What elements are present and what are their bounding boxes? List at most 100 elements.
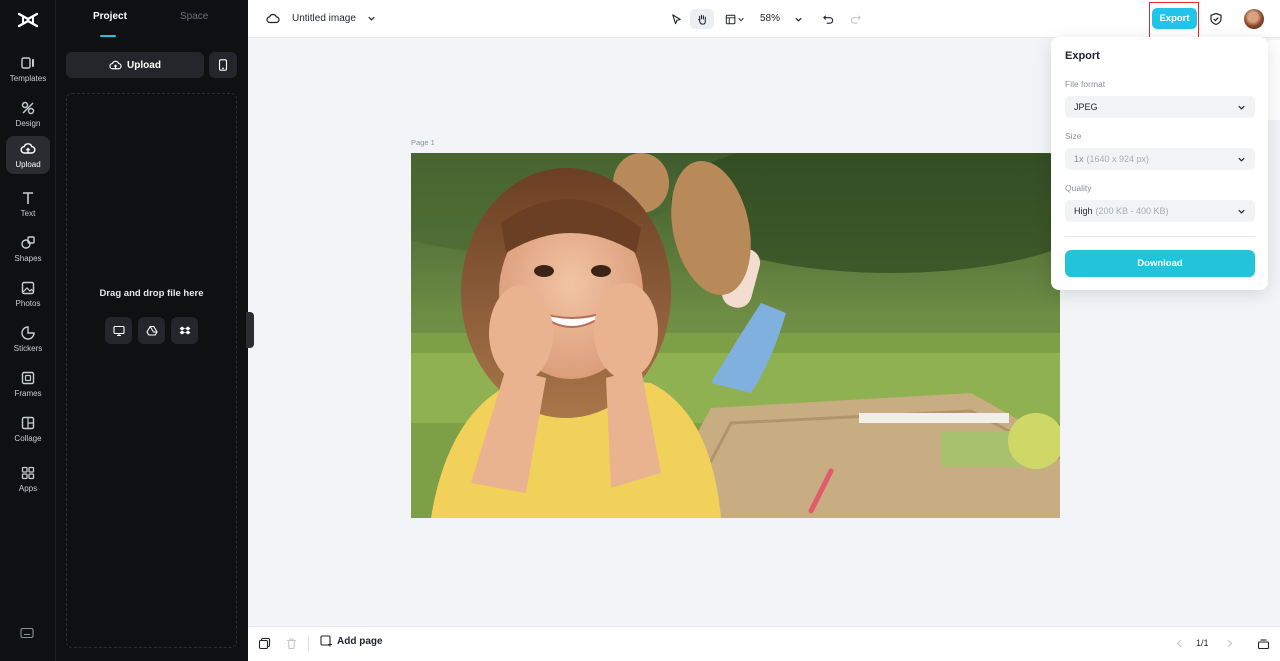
tab-space[interactable]: Space bbox=[180, 11, 208, 22]
rail-item-label: Templates bbox=[9, 74, 47, 83]
left-rail: Templates Design Upload Text Shapes Phot… bbox=[0, 0, 56, 661]
rail-item-label: Apps bbox=[18, 484, 38, 493]
keyboard-icon[interactable] bbox=[20, 627, 34, 639]
dropbox-icon bbox=[179, 326, 190, 334]
size-detail: (1640 x 924 px) bbox=[1086, 154, 1150, 164]
shapes-icon bbox=[21, 236, 35, 249]
chevron-down-icon[interactable] bbox=[367, 14, 376, 23]
chevron-down-icon bbox=[1238, 157, 1245, 162]
rail-item-upload[interactable]: Upload bbox=[6, 136, 50, 174]
chevron-right-icon[interactable] bbox=[1223, 637, 1236, 650]
download-button[interactable]: Download bbox=[1065, 250, 1255, 277]
upload-button-label: Upload bbox=[127, 59, 161, 71]
trash-icon[interactable] bbox=[285, 637, 298, 650]
text-icon bbox=[23, 192, 33, 204]
export-popover-title: Export bbox=[1065, 50, 1100, 62]
add-page-icon bbox=[320, 635, 332, 647]
size-select[interactable]: 1x (1640 x 924 px) bbox=[1065, 148, 1255, 170]
hand-icon bbox=[697, 14, 706, 25]
rail-item-apps[interactable]: Apps bbox=[6, 459, 50, 499]
tab-active-indicator bbox=[100, 35, 116, 37]
file-format-value: JPEG bbox=[1074, 102, 1098, 112]
collage-icon bbox=[21, 416, 35, 430]
canvas-photo bbox=[411, 153, 1060, 518]
pages-panel-icon[interactable] bbox=[1257, 637, 1270, 650]
google-drive-icon bbox=[145, 325, 158, 336]
layout-menu-button[interactable] bbox=[722, 9, 748, 29]
export-highlight-box bbox=[1149, 2, 1199, 39]
rail-item-frames[interactable]: Frames bbox=[6, 364, 50, 404]
divider bbox=[308, 636, 309, 651]
upload-from-google-drive-button[interactable] bbox=[138, 317, 165, 344]
upload-from-dropbox-button[interactable] bbox=[171, 317, 198, 344]
rail-item-label: Text bbox=[20, 209, 36, 218]
frames-icon bbox=[21, 371, 35, 385]
upload-cloud-icon bbox=[109, 60, 122, 69]
capcut-logo-icon[interactable] bbox=[16, 8, 40, 32]
phone-icon bbox=[218, 59, 228, 71]
rail-item-label: Design bbox=[15, 119, 41, 128]
chevron-down-icon bbox=[1238, 209, 1245, 214]
divider bbox=[1065, 236, 1255, 237]
rail-item-templates[interactable]: Templates bbox=[6, 49, 50, 89]
hand-tool-button[interactable] bbox=[690, 9, 714, 29]
select-tool-button[interactable] bbox=[664, 9, 688, 29]
tab-project[interactable]: Project bbox=[93, 11, 127, 22]
canvas-image[interactable] bbox=[411, 153, 1060, 518]
avatar[interactable] bbox=[1244, 9, 1264, 29]
upload-from-phone-button[interactable] bbox=[209, 52, 237, 78]
add-page-label: Add page bbox=[337, 635, 383, 647]
rail-item-label: Shapes bbox=[14, 254, 42, 263]
page-count: 1/1 bbox=[1196, 638, 1209, 648]
apps-icon bbox=[21, 466, 35, 480]
rail-item-photos[interactable]: Photos bbox=[6, 274, 50, 314]
panel-collapse-handle[interactable] bbox=[246, 312, 254, 348]
rail-item-shapes[interactable]: Shapes bbox=[6, 229, 50, 269]
templates-icon bbox=[21, 57, 34, 69]
upload-from-computer-button[interactable] bbox=[105, 317, 132, 344]
drop-zone[interactable]: Drag and drop file here bbox=[66, 93, 237, 648]
stickers-icon bbox=[21, 326, 35, 340]
size-value: 1x bbox=[1074, 154, 1084, 164]
drop-zone-text: Drag and drop file here bbox=[99, 288, 204, 299]
chevron-down-icon bbox=[738, 17, 744, 21]
upload-cloud-icon bbox=[20, 143, 36, 154]
quality-select[interactable]: High (200 KB - 400 KB) bbox=[1065, 200, 1255, 222]
add-page-button[interactable]: Add page bbox=[320, 635, 383, 647]
panel-tabs: Project Space bbox=[56, 0, 248, 38]
top-bar: Untitled image 58% Export bbox=[248, 0, 1280, 39]
rail-item-design[interactable]: Design bbox=[6, 94, 50, 134]
chevron-down-icon bbox=[1238, 105, 1245, 110]
export-popover: Export File format JPEG Size 1x (1640 x … bbox=[1051, 37, 1268, 290]
chevron-down-icon bbox=[794, 17, 802, 22]
redo-button[interactable] bbox=[843, 9, 867, 29]
monitor-icon bbox=[112, 325, 125, 336]
shield-icon[interactable] bbox=[1209, 12, 1223, 26]
undo-button[interactable] bbox=[816, 9, 840, 29]
upload-sources bbox=[105, 317, 198, 344]
document-title[interactable]: Untitled image bbox=[292, 13, 356, 24]
zoom-level[interactable]: 58% bbox=[760, 13, 780, 24]
rail-item-text[interactable]: Text bbox=[6, 184, 50, 224]
rail-item-stickers[interactable]: Stickers bbox=[6, 319, 50, 359]
file-format-select[interactable]: JPEG bbox=[1065, 96, 1255, 118]
rail-item-label: Stickers bbox=[13, 344, 43, 353]
upload-button[interactable]: Upload bbox=[66, 52, 204, 78]
quality-label: Quality bbox=[1065, 183, 1092, 193]
photos-icon bbox=[21, 281, 35, 295]
layout-icon bbox=[725, 14, 736, 24]
rail-item-label: Collage bbox=[14, 434, 42, 443]
upload-panel: Project Space Upload Drag and drop file … bbox=[56, 0, 248, 661]
right-panel-edge bbox=[1268, 40, 1280, 120]
cloud-sync-icon[interactable] bbox=[266, 12, 280, 26]
rail-item-collage[interactable]: Collage bbox=[6, 409, 50, 449]
rail-item-label: Frames bbox=[14, 389, 42, 398]
quality-detail: (200 KB - 400 KB) bbox=[1095, 206, 1169, 216]
duplicate-page-icon[interactable] bbox=[258, 637, 271, 650]
rail-item-label: Upload bbox=[15, 160, 41, 169]
page-label: Page 1 bbox=[411, 138, 435, 147]
zoom-menu-button[interactable] bbox=[786, 9, 810, 29]
undo-icon bbox=[822, 14, 833, 24]
design-icon bbox=[21, 101, 35, 115]
chevron-left-icon[interactable] bbox=[1173, 637, 1186, 650]
